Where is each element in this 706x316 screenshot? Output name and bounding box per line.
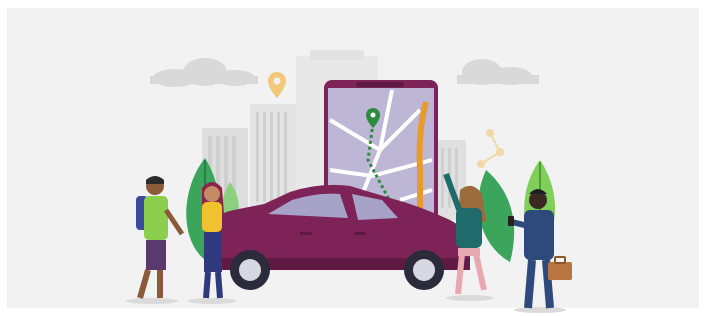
ride-share-illustration [7,8,699,313]
